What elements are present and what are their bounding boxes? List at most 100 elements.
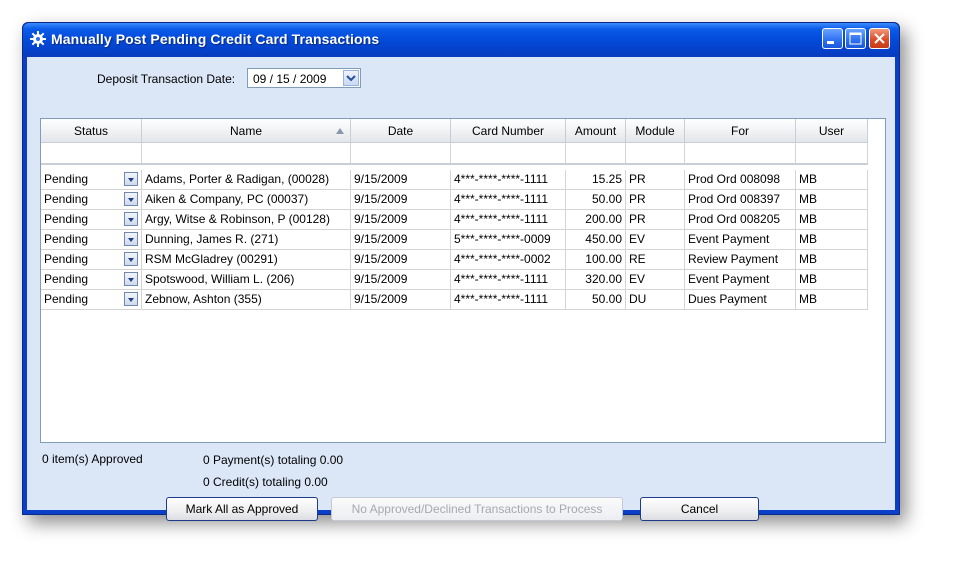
cell-card-number-text: 4***-****-****-1111: [454, 272, 549, 286]
calendar-dropdown-button[interactable]: [343, 70, 359, 86]
column-header-user[interactable]: User: [796, 119, 868, 143]
cell-date: 9/15/2009: [351, 250, 451, 270]
cell-date: 9/15/2009: [351, 170, 451, 190]
cell-name-text: Spotswood, William L. (206): [145, 272, 295, 286]
dropdown-arrow-icon: [128, 258, 134, 262]
cell-name-text: Adams, Porter & Radigan, (00028): [145, 172, 330, 186]
cell-status-text: Pending: [44, 212, 89, 226]
filter-cell-date[interactable]: [351, 143, 451, 165]
cell-user: MB: [796, 230, 868, 250]
cell-card-number: 4***-****-****-1111: [451, 190, 566, 210]
cell-amount: 450.00: [566, 230, 626, 250]
cell-module-text: PR: [629, 192, 646, 206]
column-header-status[interactable]: Status: [41, 119, 142, 143]
cell-module-text: EV: [629, 232, 646, 246]
cell-amount-text: 450.00: [585, 232, 622, 246]
filter-cell-user[interactable]: [796, 143, 868, 165]
cell-module: EV: [626, 230, 685, 250]
filter-cell-name[interactable]: [142, 143, 351, 165]
cell-module: EV: [626, 270, 685, 290]
cell-date-text: 9/15/2009: [354, 212, 408, 226]
filter-cell-card-number[interactable]: [451, 143, 566, 165]
deposit-date-picker[interactable]: 09 / 15 / 2009: [247, 68, 361, 88]
cell-card-number: 4***-****-****-1111: [451, 290, 566, 310]
status-dropdown-button[interactable]: [124, 292, 138, 306]
transactions-grid[interactable]: Status Name Date Card Number Amount Modu…: [40, 118, 886, 443]
filter-cell-amount[interactable]: [566, 143, 626, 165]
cell-name: RSM McGladrey (00291): [142, 250, 351, 270]
cell-for-text: Event Payment: [688, 272, 770, 286]
cell-status[interactable]: Pending: [41, 250, 142, 270]
cell-status-text: Pending: [44, 292, 89, 306]
cell-user-text: MB: [799, 252, 817, 266]
column-header-module[interactable]: Module: [626, 119, 685, 143]
cell-card-number-text: 4***-****-****-1111: [454, 192, 549, 206]
cell-for-text: Prod Ord 008397: [688, 192, 781, 206]
process-transactions-button[interactable]: No Approved/Declined Transactions to Pro…: [331, 497, 623, 521]
cell-name: Dunning, James R. (271): [142, 230, 351, 250]
cell-module-text: RE: [629, 252, 646, 266]
column-header-date[interactable]: Date: [351, 119, 451, 143]
cell-date: 9/15/2009: [351, 230, 451, 250]
cell-status[interactable]: Pending: [41, 210, 142, 230]
minimize-button[interactable]: [822, 28, 843, 49]
approved-count: 0 item(s) Approved: [42, 452, 143, 466]
filter-cell-status[interactable]: [41, 143, 142, 165]
dropdown-arrow-icon: [128, 238, 134, 242]
cell-for: Review Payment: [685, 250, 796, 270]
cell-status[interactable]: Pending: [41, 230, 142, 250]
close-icon: [874, 33, 885, 44]
cell-user-text: MB: [799, 272, 817, 286]
cell-date-text: 9/15/2009: [354, 172, 408, 186]
column-header-card-number[interactable]: Card Number: [451, 119, 566, 143]
cell-user: MB: [796, 190, 868, 210]
status-dropdown-button[interactable]: [124, 252, 138, 266]
cell-status-text: Pending: [44, 232, 89, 246]
cell-status[interactable]: Pending: [41, 190, 142, 210]
dropdown-arrow-icon: [128, 278, 134, 282]
minimize-icon: [827, 41, 834, 44]
cell-date-text: 9/15/2009: [354, 192, 408, 206]
status-dropdown-button[interactable]: [124, 212, 138, 226]
calendar-dropdown-icon: [346, 75, 356, 82]
cell-status[interactable]: Pending: [41, 290, 142, 310]
deposit-date-value[interactable]: 09 / 15 / 2009: [253, 72, 326, 86]
payments-total: 0 Payment(s) totaling 0.00: [203, 453, 344, 467]
cell-user: MB: [796, 290, 868, 310]
status-dropdown-button[interactable]: [124, 192, 138, 206]
title-bar[interactable]: Manually Post Pending Credit Card Transa…: [23, 23, 899, 57]
column-header-for[interactable]: For: [685, 119, 796, 143]
cell-status[interactable]: Pending: [41, 170, 142, 190]
maximize-icon: [849, 32, 862, 45]
cell-for-text: Prod Ord 008098: [688, 172, 781, 186]
dropdown-arrow-icon: [128, 218, 134, 222]
close-button[interactable]: [869, 28, 890, 49]
status-dropdown-button[interactable]: [124, 272, 138, 286]
column-header-amount[interactable]: Amount: [566, 119, 626, 143]
filter-cell-for[interactable]: [685, 143, 796, 165]
cell-card-number: 4***-****-****-0002: [451, 250, 566, 270]
cell-date-text: 9/15/2009: [354, 292, 408, 306]
cell-date-text: 9/15/2009: [354, 252, 408, 266]
cell-date-text: 9/15/2009: [354, 232, 408, 246]
mark-all-approved-button[interactable]: Mark All as Approved: [166, 497, 318, 521]
cell-card-number: 4***-****-****-1111: [451, 210, 566, 230]
maximize-button[interactable]: [845, 28, 866, 49]
cell-module-text: DU: [629, 292, 647, 306]
status-dropdown-button[interactable]: [124, 172, 138, 186]
cell-module: RE: [626, 250, 685, 270]
cell-card-number-text: 4***-****-****-1111: [454, 172, 549, 186]
cell-card-number: 5***-****-****-0009: [451, 230, 566, 250]
cell-name: Zebnow, Ashton (355): [142, 290, 351, 310]
cell-amount: 50.00: [566, 290, 626, 310]
cell-status-text: Pending: [44, 172, 89, 186]
cell-name-text: Zebnow, Ashton (355): [145, 292, 262, 306]
cell-date: 9/15/2009: [351, 290, 451, 310]
column-header-name[interactable]: Name: [142, 119, 351, 143]
status-dropdown-button[interactable]: [124, 232, 138, 246]
cell-for: Event Payment: [685, 270, 796, 290]
cancel-button[interactable]: Cancel: [640, 497, 759, 521]
cell-status[interactable]: Pending: [41, 270, 142, 290]
cell-module-text: PR: [629, 212, 646, 226]
filter-cell-module[interactable]: [626, 143, 685, 165]
